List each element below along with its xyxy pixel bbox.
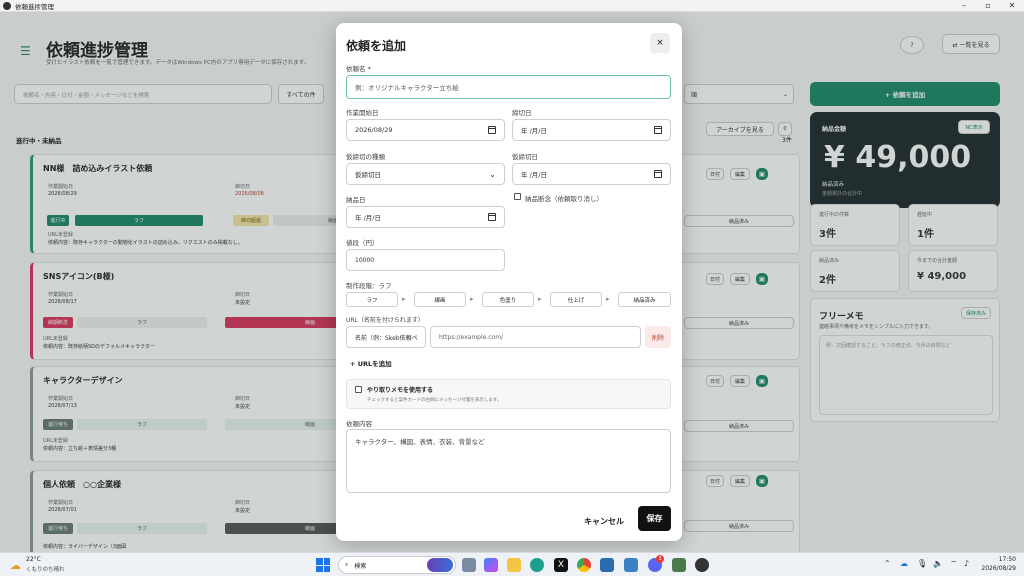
start-date-label: 作業開始日: [346, 109, 379, 117]
name-label: 依頼名 *: [346, 65, 371, 73]
chevron-up-icon[interactable]: ⌃: [884, 559, 891, 568]
taskbar-search[interactable]: ⌕ 検索: [338, 556, 456, 574]
url-input[interactable]: https://example.com/: [430, 326, 641, 348]
stage-button-finish[interactable]: 仕上げ: [550, 292, 602, 307]
save-button[interactable]: 保存: [638, 506, 671, 531]
app-icon: [3, 1, 11, 10]
message-memo-desc: チェックすると案件カードの右側にメッセージ付箋を表示します。: [367, 398, 502, 403]
ktype-value: 仮締切日: [355, 171, 381, 179]
speaker-icon[interactable]: 🔈: [933, 559, 943, 568]
price-label: 値段（円）: [346, 239, 379, 247]
maximize-icon[interactable]: ▫: [976, 1, 1000, 10]
weather-desc: くもりのち晴れ: [26, 567, 65, 573]
message-memo-checkbox[interactable]: [355, 386, 362, 393]
arrow-right-icon: ▸: [402, 295, 406, 303]
close-icon[interactable]: ×: [650, 33, 670, 53]
ktype-select[interactable]: 仮締切日 ⌄: [346, 163, 505, 185]
deadline-input[interactable]: 年 /月/日: [512, 119, 671, 141]
kdate-input[interactable]: 年 /月/日: [512, 163, 671, 185]
start-date-input[interactable]: 2026/08/29: [346, 119, 505, 141]
window-titlebar: 依頼進捗管理 – ▫ ✕: [0, 0, 1024, 12]
delivery-input[interactable]: 年 /月/日: [346, 206, 505, 228]
calendar-icon[interactable]: [488, 213, 496, 221]
add-request-dialog: 依頼を追加 × 依頼名 * 例：オリジナルキャラクター立ち絵 作業開始日 202…: [336, 23, 682, 541]
stage-button-lineart[interactable]: 線画: [414, 292, 466, 307]
minimize-icon[interactable]: –: [952, 1, 976, 10]
name-input[interactable]: 例：オリジナルキャラクター立ち絵: [346, 75, 671, 99]
weather-temp: 22°C: [26, 556, 41, 563]
cancel-checkbox-label: 納品断念（依頼取り消し）: [525, 195, 603, 203]
stage-label: 制作段階：ラフ: [346, 282, 392, 290]
search-highlight-icon: [427, 558, 453, 572]
arrow-right-icon: ▸: [606, 295, 610, 303]
stage-button-delivered[interactable]: 納品済み: [618, 292, 671, 307]
notification-badge: 3: [656, 555, 664, 563]
message-memo-box: やり取りメモを使用する チェックすると案件カードの右側にメッセージ付箋を表示しま…: [346, 379, 671, 409]
cloud-icon[interactable]: ☁: [900, 559, 908, 568]
edge-icon[interactable]: [530, 558, 544, 572]
deadline-label: 締切日: [512, 109, 532, 117]
arrow-right-icon: ▸: [470, 295, 474, 303]
app-icon-generic[interactable]: [672, 558, 686, 572]
url-delete-button[interactable]: 削除: [645, 326, 671, 348]
wifi-icon[interactable]: ⌔: [950, 559, 958, 569]
kdate-label: 仮締切日: [512, 153, 538, 161]
content-textarea[interactable]: キャラクター、構図、表情、衣装、背景など: [346, 429, 671, 493]
close-window-icon[interactable]: ✕: [1000, 1, 1024, 10]
calendar-icon[interactable]: [488, 126, 496, 134]
cancel-checkbox[interactable]: [514, 193, 521, 200]
chrome-icon[interactable]: [577, 558, 591, 572]
chevron-down-icon: ⌄: [489, 169, 496, 179]
clock-date: 2026/08/29: [981, 565, 1016, 572]
search-icon: ⌕: [345, 561, 349, 568]
taskbar-search-label: 検索: [354, 562, 367, 570]
weather-icon[interactable]: ☁: [10, 559, 21, 572]
url-label: URL（名前を付けられます）: [346, 317, 424, 324]
copilot-icon[interactable]: [484, 558, 498, 572]
calendar-icon[interactable]: [654, 170, 662, 178]
window-title: 依頼進捗管理: [15, 2, 54, 11]
cancel-button[interactable]: キャンセル: [576, 509, 632, 533]
start-icon[interactable]: [316, 558, 330, 572]
taskbar: ☁ 22°C くもりのち晴れ ⌕ 検索 X 3 ⌃ ☁ 🎙 🔈 ⌔ ♪ 17:50…: [0, 552, 1024, 576]
window-controls: – ▫ ✕: [952, 1, 1024, 10]
stage-button-rough[interactable]: ラフ: [346, 292, 398, 307]
kdate-value: 年 /月/日: [521, 171, 547, 179]
delivery-value: 年 /月/日: [355, 214, 381, 222]
microphone-icon[interactable]: 🎙: [917, 559, 927, 568]
progress-app-icon[interactable]: [695, 558, 709, 572]
url-name-input[interactable]: 名前（例：Skeb依頼ペ: [346, 326, 426, 348]
calendar-icon[interactable]: [654, 126, 662, 134]
stage-button-color[interactable]: 色塗り: [482, 292, 534, 307]
clock-time: 17:50: [998, 556, 1016, 563]
dialog-title: 依頼を追加: [346, 39, 407, 53]
file-explorer-icon[interactable]: [507, 558, 521, 572]
arrow-right-icon: ▸: [538, 295, 542, 303]
url-add-button[interactable]: + URLを追加: [350, 358, 392, 368]
price-input[interactable]: 10000: [346, 249, 505, 271]
content-label: 依頼内容: [346, 420, 372, 428]
ktype-label: 仮締切の種類: [346, 153, 385, 161]
start-date-value: 2026/08/29: [355, 126, 393, 134]
message-memo-label: やり取りメモを使用する: [367, 387, 434, 394]
x-icon[interactable]: X: [554, 558, 568, 572]
task-view-icon[interactable]: [462, 558, 476, 572]
store-icon[interactable]: [624, 558, 638, 572]
notepad-icon[interactable]: [600, 558, 614, 572]
delivery-label: 納品日: [346, 196, 366, 204]
deadline-value: 年 /月/日: [521, 127, 547, 135]
volume-icon[interactable]: ♪: [964, 559, 969, 568]
